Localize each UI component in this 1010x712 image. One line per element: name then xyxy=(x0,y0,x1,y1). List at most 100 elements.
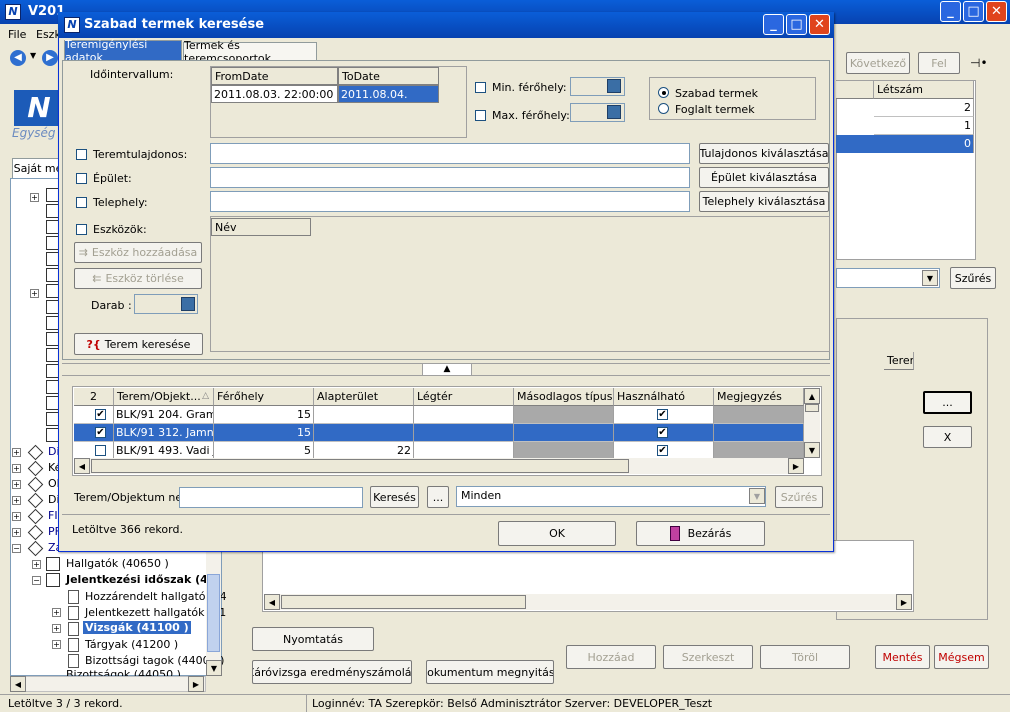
tree-expand-icon[interactable]: + xyxy=(32,560,41,569)
owner-select-button[interactable]: Tulajdonos kiválasztása xyxy=(699,143,829,164)
save-button[interactable]: Mentés xyxy=(875,645,930,669)
results-col-name[interactable]: Terem/Objekt... △ xyxy=(114,388,214,406)
chevron-down-icon[interactable]: ▼ xyxy=(749,488,765,504)
tree-expand-icon[interactable]: + xyxy=(52,624,61,633)
site-checkbox[interactable] xyxy=(76,197,87,208)
row-checkbox-checked[interactable]: ✔ xyxy=(95,427,106,438)
results-col-capacity[interactable]: Férőhely xyxy=(214,388,314,406)
tree-item[interactable]: Bizottságok (44050 ) xyxy=(66,668,181,676)
tree-item-jelentkezesi[interactable]: Jelentkezési időszak (40 xyxy=(66,573,215,586)
scroll-down-icon[interactable]: ▼ xyxy=(804,442,820,458)
scroll-left-icon[interactable]: ◀ xyxy=(10,676,26,692)
tree-expand-icon[interactable]: + xyxy=(12,512,21,521)
add-tool-button[interactable]: ⇉ Eszköz hozzáadása xyxy=(74,242,202,263)
results-col-area[interactable]: Alapterület xyxy=(314,388,414,406)
results-col-airspace[interactable]: Légtér xyxy=(414,388,514,406)
right-table-header-letszam[interactable]: Létszám xyxy=(874,81,974,99)
tree-expand-icon[interactable]: + xyxy=(12,464,21,473)
up-button[interactable]: Fel xyxy=(918,52,960,74)
row-capacity-cell[interactable]: 15 xyxy=(214,424,314,442)
tab-teremigenyles[interactable]: Teremigénylési adatok xyxy=(64,38,182,64)
row-checkbox[interactable] xyxy=(95,445,106,456)
tree-vscroll-thumb[interactable] xyxy=(207,574,220,652)
tree-collapse-icon[interactable]: − xyxy=(32,576,41,585)
dialog-maximize-button[interactable]: □ xyxy=(786,14,807,35)
close-button[interactable]: ✕ xyxy=(986,1,1007,22)
ok-button[interactable]: OK xyxy=(498,521,616,546)
row-usable-cell[interactable]: ✔ xyxy=(614,424,714,442)
filter-button[interactable]: Szűrés xyxy=(775,486,823,508)
tab-sajat[interactable]: Saját me xyxy=(12,158,64,178)
maximize-button[interactable]: □ xyxy=(963,1,984,22)
building-checkbox[interactable] xyxy=(76,173,87,184)
usable-checkbox-checked[interactable]: ✔ xyxy=(657,409,668,420)
fromdate-cell[interactable]: 2011.08.03. 22:00:00 xyxy=(211,85,338,103)
filter-select[interactable]: Minden xyxy=(456,486,766,507)
building-input[interactable] xyxy=(210,167,690,188)
tools-checkbox[interactable] xyxy=(76,224,87,235)
todate-header[interactable]: ToDate xyxy=(338,67,439,85)
scroll-right-icon[interactable]: ▶ xyxy=(896,594,912,610)
results-col-usable[interactable]: Használható xyxy=(614,388,714,406)
scroll-up-icon[interactable]: ▲ xyxy=(804,388,820,404)
results-vscroll-thumb[interactable] xyxy=(805,404,819,412)
scroll-left-icon[interactable]: ◀ xyxy=(74,458,90,474)
scroll-right-icon[interactable]: ▶ xyxy=(788,458,804,474)
row-area-cell[interactable] xyxy=(314,406,414,424)
results-col-count[interactable]: 2 xyxy=(74,388,114,406)
owner-input[interactable] xyxy=(210,143,690,164)
lower-hscroll-thumb[interactable] xyxy=(281,595,526,609)
tree-item[interactable]: Tárgyak (41200 ) xyxy=(85,638,178,651)
tree-expand-icon[interactable]: + xyxy=(52,640,61,649)
row-airspace-cell[interactable] xyxy=(414,406,514,424)
scroll-down-icon[interactable]: ▼ xyxy=(206,660,222,676)
edit-button[interactable]: Szerkeszt xyxy=(663,645,753,669)
row-name-cell[interactable]: BLK/91 312. Jamne xyxy=(114,424,214,442)
splitter-handle[interactable]: ▲ xyxy=(422,363,472,376)
delete-tool-button[interactable]: ⇇ Eszköz törlése xyxy=(74,268,202,289)
row-checkbox-checked[interactable]: ✔ xyxy=(95,409,106,420)
results-col-note[interactable]: Megjegyzés xyxy=(714,388,804,406)
calculator-icon[interactable] xyxy=(607,79,621,93)
tree-expand-icon[interactable]: + xyxy=(30,289,39,298)
tools-grid[interactable] xyxy=(210,216,830,352)
remove-x-button[interactable]: X xyxy=(923,426,972,448)
owner-checkbox[interactable] xyxy=(76,149,87,160)
row-usable-cell[interactable]: ✔ xyxy=(614,406,714,424)
search-input[interactable] xyxy=(179,487,363,508)
pin-icon[interactable]: ⊣• xyxy=(970,56,988,70)
calculator-icon[interactable] xyxy=(181,297,195,311)
dialog-minimize-button[interactable]: _ xyxy=(763,14,784,35)
tree-expand-icon[interactable]: + xyxy=(52,608,61,617)
tree-item-hallgatok[interactable]: Hallgatók (40650 ) xyxy=(66,557,169,570)
tree-expand-icon[interactable]: + xyxy=(12,528,21,537)
row-secondary-type-cell[interactable] xyxy=(514,406,614,424)
results-hscroll-thumb[interactable] xyxy=(91,459,629,473)
row-secondary-type-cell[interactable] xyxy=(514,424,614,442)
delete-button[interactable]: Töröl xyxy=(760,645,850,669)
chevron-down-icon[interactable]: ▼ xyxy=(922,270,938,286)
tree-expand-icon[interactable]: + xyxy=(30,193,39,202)
calculator-icon[interactable] xyxy=(607,105,621,119)
row-note-cell[interactable] xyxy=(714,406,804,424)
results-col-secondary-type[interactable]: Másodlagos típus xyxy=(514,388,614,406)
row-name-cell[interactable]: BLK/91 204. Grama xyxy=(114,406,214,424)
terem-header[interactable]: Terem xyxy=(884,352,914,370)
menu-file[interactable]: File xyxy=(8,28,26,41)
search-room-button[interactable]: ?{Terem keresése xyxy=(74,333,203,355)
tree-item[interactable]: Bizottsági tagok (44000 ) xyxy=(85,654,224,667)
tree-item-vizsgak[interactable]: Vizsgák (41100 ) xyxy=(83,621,191,634)
row-select-cell[interactable]: ✔ xyxy=(74,406,114,424)
radio-taken[interactable] xyxy=(658,103,669,114)
site-select-button[interactable]: Telephely kiválasztása xyxy=(699,191,829,212)
tab-termek[interactable]: Termek és teremcsoportok xyxy=(183,39,317,65)
scroll-left-icon[interactable]: ◀ xyxy=(264,594,280,610)
print-button[interactable]: Nyomtatás xyxy=(252,627,374,651)
row-airspace-cell[interactable] xyxy=(414,424,514,442)
next-button[interactable]: Következő xyxy=(846,52,910,74)
forward-nav-icon[interactable]: ▶ xyxy=(42,50,58,66)
exam-results-button[interactable]: Záróvizsga eredményszámolás xyxy=(252,660,412,684)
minimize-button[interactable]: _ xyxy=(940,1,961,22)
tree-collapse-icon[interactable]: − xyxy=(12,544,21,553)
fromdate-header[interactable]: FromDate xyxy=(211,67,338,85)
